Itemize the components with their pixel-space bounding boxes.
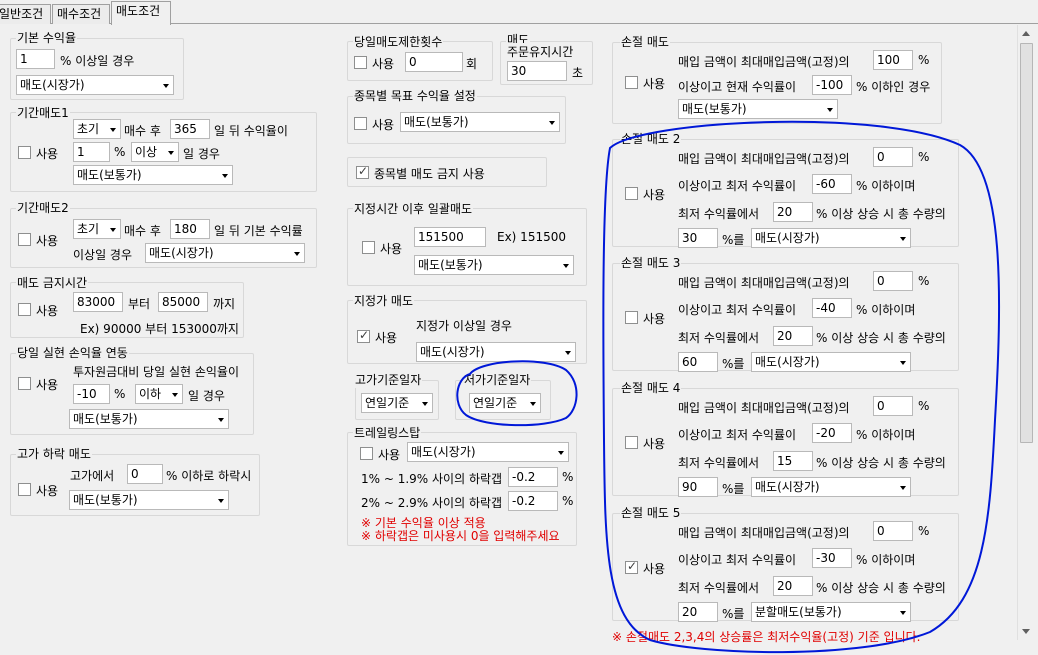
annotation-circle-low-base-date xyxy=(456,360,578,427)
vertical-scrollbar[interactable] xyxy=(1017,25,1034,640)
scroll-down-arrow-icon[interactable] xyxy=(1022,629,1030,634)
annotation-circle-stop-levels xyxy=(602,120,1001,654)
scroll-up-arrow-icon[interactable] xyxy=(1022,31,1030,36)
hand-drawn-annotations xyxy=(456,120,1001,654)
scrollbar-thumb[interactable] xyxy=(1020,43,1033,443)
